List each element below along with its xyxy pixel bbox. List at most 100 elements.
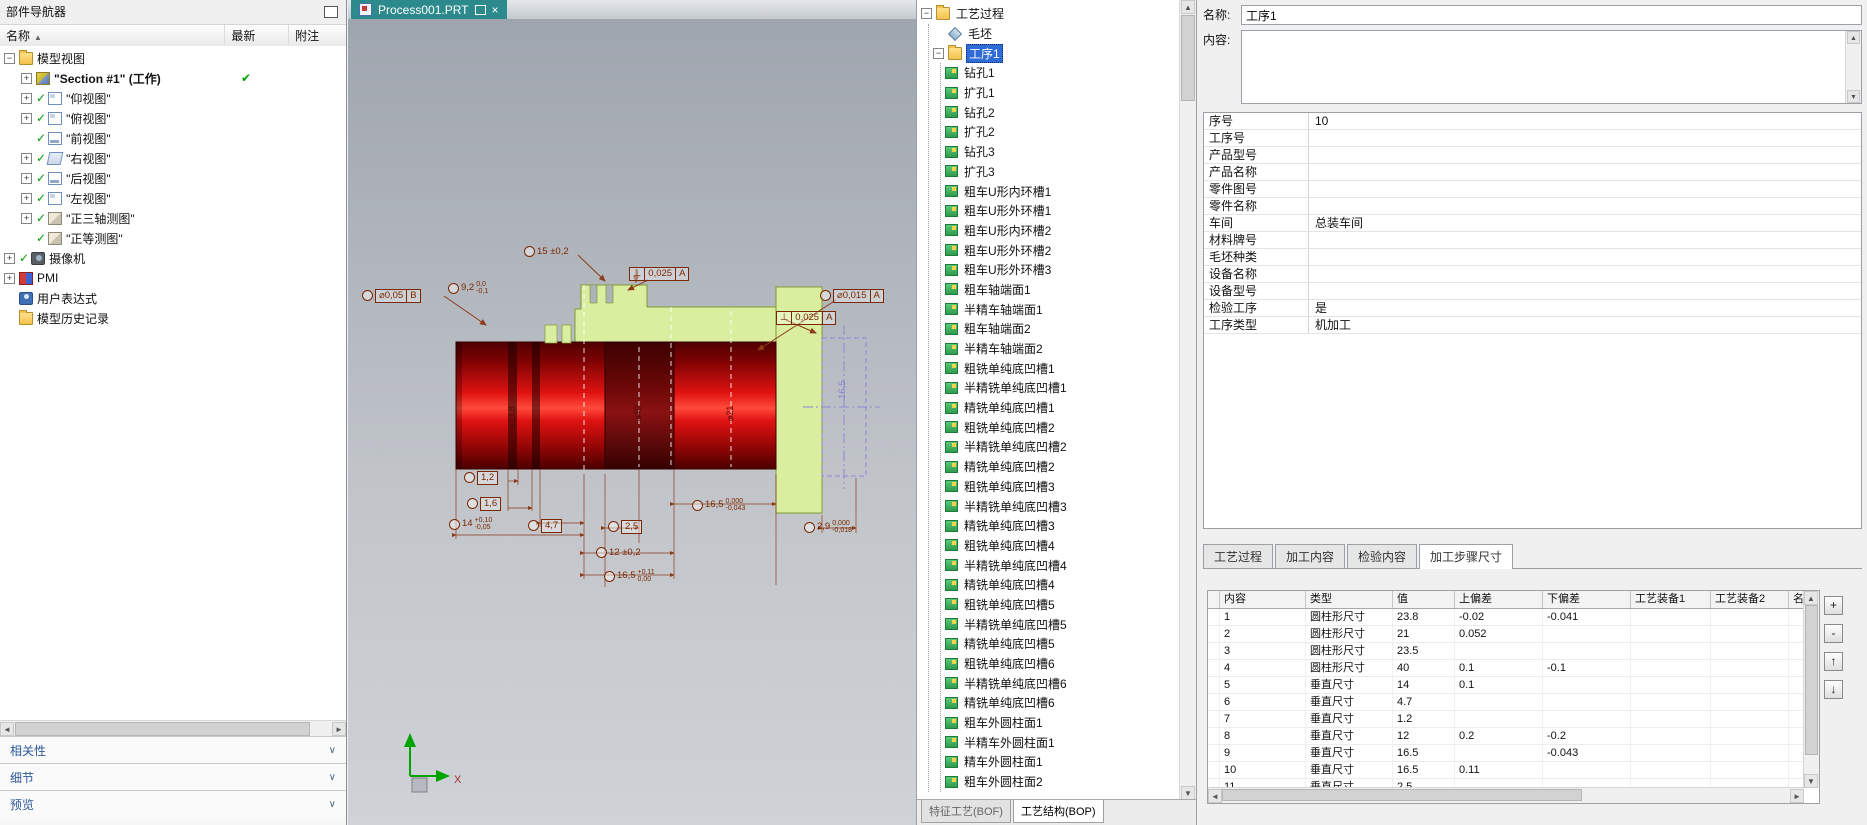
process-root[interactable]: − 工艺过程 [921, 4, 1180, 24]
dimension-cell[interactable] [1631, 711, 1711, 727]
step-label[interactable]: 粗铣单纯底凹槽4 [962, 537, 1057, 554]
collapsible-section[interactable]: 细节 ∨ [0, 763, 346, 790]
node-label[interactable]: PMI [37, 271, 58, 285]
node-label[interactable]: 用户表达式 [37, 290, 97, 307]
step-label[interactable]: 精铣单纯底凹槽1 [962, 399, 1057, 416]
step-label[interactable]: 半精铣单纯底凹槽6 [962, 675, 1069, 692]
expand-toggle[interactable]: + [21, 72, 32, 84]
process-step[interactable]: 粗铣单纯底凹槽6 [945, 654, 1180, 674]
dimension-cell[interactable] [1789, 694, 1804, 710]
node-label[interactable]: "前视图" [66, 130, 111, 147]
dimension-cell[interactable]: 9 [1220, 745, 1306, 761]
dimension-cell[interactable]: 0.052 [1455, 626, 1543, 642]
dimension-cell[interactable] [1789, 745, 1804, 761]
property-row[interactable]: 产品名称 [1204, 164, 1861, 181]
node-label[interactable]: "俯视图" [66, 110, 111, 127]
visibility-check-icon[interactable]: ✓ [36, 171, 46, 185]
property-row[interactable]: 序号 10 [1204, 113, 1861, 130]
property-value[interactable]: 总装车间 [1309, 215, 1363, 231]
property-row[interactable]: 工序类型 机加工 [1204, 317, 1861, 334]
step-label[interactable]: 精铣单纯底凹槽3 [962, 517, 1057, 534]
property-row[interactable]: 工序号 [1204, 130, 1861, 147]
node-label[interactable]: 模型历史记录 [37, 310, 109, 327]
process-view-tab[interactable]: 特征工艺(BOF) [921, 800, 1011, 823]
dimension-cell[interactable]: 圆柱形尺寸 [1306, 626, 1393, 642]
scroll-left-arrow[interactable]: ◄ [0, 722, 14, 736]
process-step[interactable]: 粗铣单纯底凹槽3 [945, 477, 1180, 497]
property-row[interactable]: 零件名称 [1204, 198, 1861, 215]
scroll-right-arrow[interactable]: ► [1790, 789, 1804, 803]
row-selector[interactable] [1208, 677, 1220, 693]
dimension-cell[interactable]: -0.043 [1543, 745, 1631, 761]
dimension-cell[interactable]: 16.5 [1393, 745, 1455, 761]
navigator-horizontal-scrollbar[interactable]: ◄ ► [0, 720, 346, 737]
expand-toggle[interactable]: + [21, 152, 32, 164]
dimension-cell[interactable]: 21 [1393, 626, 1455, 642]
operation-item[interactable]: − 工序1 [933, 43, 1180, 63]
dimension-table-vscrollbar[interactable]: ▲ ▼ [1803, 591, 1819, 788]
process-step[interactable]: 粗车轴端面1 [945, 280, 1180, 300]
row-selector[interactable] [1208, 728, 1220, 744]
dimension-cell[interactable]: 圆柱形尺寸 [1306, 660, 1393, 676]
step-label[interactable]: 钻孔3 [962, 143, 997, 160]
content-textarea[interactable]: ▲ ▼ [1241, 30, 1862, 104]
expand-toggle[interactable]: + [21, 92, 32, 104]
step-label[interactable]: 粗车外圆柱面1 [962, 714, 1045, 731]
dimension-cell[interactable]: 0.1 [1455, 660, 1543, 676]
process-step[interactable]: 粗铣单纯底凹槽2 [945, 417, 1180, 437]
process-step[interactable]: 粗车U形外环槽3 [945, 260, 1180, 280]
process-step[interactable]: 精铣单纯底凹槽1 [945, 398, 1180, 418]
dimension-table-row[interactable]: 3 圆柱形尺寸 23.5 [1208, 643, 1804, 660]
property-row[interactable]: 零件图号 [1204, 181, 1861, 198]
process-step[interactable]: 半精车外圆柱面1 [945, 732, 1180, 752]
expand-toggle[interactable]: + [21, 112, 32, 124]
scroll-down-arrow[interactable]: ▼ [1181, 786, 1195, 800]
dimension-cell[interactable] [1543, 762, 1631, 778]
blank-item[interactable]: 毛坯 [933, 24, 1180, 44]
dimension-cell[interactable] [1711, 694, 1789, 710]
step-label[interactable]: 粗车U形外环槽2 [962, 242, 1053, 259]
dimension-cell[interactable]: 1 [1220, 609, 1306, 625]
dimension-cell[interactable]: 垂直尺寸 [1306, 762, 1393, 778]
step-label[interactable]: 精铣单纯底凹槽5 [962, 635, 1057, 652]
dimension-cell[interactable] [1455, 694, 1543, 710]
dimension-cell[interactable] [1789, 728, 1804, 744]
dimension-cell[interactable] [1455, 745, 1543, 761]
add-row-button[interactable]: + [1824, 596, 1843, 615]
step-label[interactable]: 粗铣单纯底凹槽6 [962, 655, 1057, 672]
dimension-cell[interactable] [1631, 643, 1711, 659]
dimension-cell[interactable] [1789, 609, 1804, 625]
process-step[interactable]: 半精铣单纯底凹槽3 [945, 496, 1180, 516]
dimension-table-row[interactable]: 8 垂直尺寸 12 0.2 -0.2 [1208, 728, 1804, 745]
dimension-cell[interactable]: 6 [1220, 694, 1306, 710]
process-step[interactable]: 粗车U形内环槽2 [945, 221, 1180, 241]
step-label[interactable]: 钻孔2 [962, 104, 997, 121]
navigator-item[interactable]: + ✓ "俯视图" [0, 108, 346, 128]
process-step[interactable]: 精铣单纯底凹槽4 [945, 575, 1180, 595]
process-root-label[interactable]: 工艺过程 [954, 5, 1006, 22]
row-selector[interactable] [1208, 694, 1220, 710]
row-selector[interactable] [1208, 643, 1220, 659]
dimension-cell[interactable]: 垂直尺寸 [1306, 677, 1393, 693]
dimension-cell[interactable] [1789, 762, 1804, 778]
property-row[interactable]: 毛坯种类 [1204, 249, 1861, 266]
dimension-column-header[interactable]: 值 [1393, 591, 1455, 608]
dimension-cell[interactable] [1711, 643, 1789, 659]
dimension-table-row[interactable]: 10 垂直尺寸 16.5 0.11 [1208, 762, 1804, 779]
dimension-cell[interactable]: -0.2 [1543, 728, 1631, 744]
navigator-item[interactable]: + ✓ "后视图" [0, 168, 346, 188]
visibility-check-icon[interactable]: ✓ [36, 131, 46, 145]
scroll-down-arrow[interactable]: ▼ [1847, 90, 1860, 103]
expand-toggle[interactable]: − [921, 8, 932, 20]
process-step[interactable]: 粗车U形外环槽2 [945, 240, 1180, 260]
dimension-cell[interactable]: 0.11 [1455, 762, 1543, 778]
step-label[interactable]: 精铣单纯底凹槽6 [962, 694, 1057, 711]
dimension-cell[interactable]: 圆柱形尺寸 [1306, 643, 1393, 659]
dimension-table-row[interactable]: 9 垂直尺寸 16.5 -0.043 [1208, 745, 1804, 762]
content-scrollbar[interactable]: ▲ ▼ [1845, 31, 1861, 103]
dimension-cell[interactable] [1789, 677, 1804, 693]
property-value[interactable]: 机加工 [1309, 317, 1351, 333]
scroll-up-arrow[interactable]: ▲ [1804, 591, 1818, 605]
step-label[interactable]: 粗车U形外环槽3 [962, 261, 1053, 278]
step-label[interactable]: 精铣单纯底凹槽2 [962, 458, 1057, 475]
